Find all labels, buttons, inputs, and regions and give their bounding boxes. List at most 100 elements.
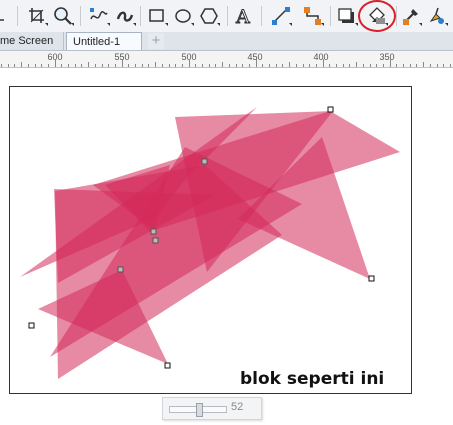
ruler-tick xyxy=(235,64,237,67)
ellipse-icon[interactable] xyxy=(172,5,194,27)
ruler-tick xyxy=(101,64,103,67)
slider-value[interactable]: 52 xyxy=(231,401,243,413)
ruler-tick xyxy=(155,62,157,67)
drop-shadow-icon[interactable] xyxy=(336,5,358,27)
rectangle-icon[interactable] xyxy=(146,5,168,27)
caption-text: blok seperti ini xyxy=(240,369,385,389)
ruler-tick xyxy=(47,64,49,67)
parallel-dimension-icon[interactable] xyxy=(270,5,292,27)
node-handle[interactable] xyxy=(152,237,159,244)
artistic-media-icon[interactable] xyxy=(114,5,136,27)
ruler-label: 400 xyxy=(313,52,329,62)
ruler-tick xyxy=(423,62,425,67)
ruler-tick xyxy=(409,64,411,67)
text-icon[interactable]: A xyxy=(233,5,255,28)
svg-text:A: A xyxy=(235,6,250,27)
transparency-slider-widget: 52 xyxy=(162,397,262,420)
ruler-tick xyxy=(262,64,264,67)
ruler-tick xyxy=(108,64,110,67)
ruler-tick xyxy=(416,64,418,67)
ruler-tick xyxy=(21,62,23,67)
ruler-tick xyxy=(74,64,76,67)
ruler-tick xyxy=(215,64,217,67)
tab-untitled-1[interactable]: Untitled-1 xyxy=(66,32,142,50)
interactive-fill-icon[interactable] xyxy=(426,5,448,27)
crop-icon[interactable] xyxy=(26,5,48,27)
node-handle[interactable] xyxy=(201,158,208,165)
ruler-tick xyxy=(309,64,311,67)
selection-handle[interactable] xyxy=(368,275,375,282)
slider-thumb[interactable] xyxy=(196,403,203,417)
add-tab-button[interactable]: + xyxy=(148,33,164,49)
ruler-tick xyxy=(429,64,431,67)
toolbox-toolbar: A xyxy=(0,0,453,33)
ruler-tick xyxy=(27,64,29,67)
ruler-tick xyxy=(362,64,364,67)
ruler-tick xyxy=(7,64,9,67)
previous-tool-icon[interactable] xyxy=(0,5,12,27)
ruler-tick xyxy=(315,64,317,67)
polygon-icon[interactable] xyxy=(198,5,220,27)
ruler-tick xyxy=(329,64,331,67)
connector-icon[interactable] xyxy=(302,5,324,27)
ruler-tick xyxy=(148,64,150,67)
toolbar-separator xyxy=(227,6,228,26)
ruler-tick xyxy=(1,64,2,67)
transparency-icon[interactable] xyxy=(366,5,388,27)
toolbar-separator xyxy=(261,6,262,26)
ruler-tick xyxy=(175,64,177,67)
ruler-tick xyxy=(449,64,451,67)
ruler-tick xyxy=(322,59,324,67)
document-page[interactable]: blok seperti ini xyxy=(9,86,412,394)
ruler-tick xyxy=(349,64,351,67)
zoom-icon[interactable] xyxy=(52,5,74,27)
ruler-tick xyxy=(188,59,190,67)
ruler-tick xyxy=(208,64,210,67)
ruler-tick xyxy=(81,64,83,67)
ruler-tick xyxy=(228,64,230,67)
tab-welcome-screen[interactable]: me Screen xyxy=(0,32,64,50)
ruler-tick xyxy=(248,64,250,67)
toolbar-separator xyxy=(396,6,397,26)
freehand-icon[interactable] xyxy=(88,5,110,27)
ruler-tick xyxy=(436,64,438,67)
ruler-tick xyxy=(336,64,337,67)
ruler-tick xyxy=(255,59,257,67)
ruler-tick xyxy=(181,64,183,67)
toolbar-separator xyxy=(140,6,141,26)
ruler-tick xyxy=(135,64,136,67)
selection-handle[interactable] xyxy=(327,106,334,113)
ruler-tick xyxy=(161,64,163,67)
document-tabbar: me Screen Untitled-1 + xyxy=(0,32,453,51)
ruler-tick xyxy=(389,59,391,67)
selection-handle[interactable] xyxy=(28,322,35,329)
drawing-canvas[interactable]: blok seperti ini 52 xyxy=(0,68,453,425)
ruler-tick xyxy=(342,64,344,67)
node-handle[interactable] xyxy=(117,266,124,273)
ruler-tick xyxy=(14,64,16,67)
ruler-tick xyxy=(141,64,143,67)
ruler-tick xyxy=(289,62,291,67)
slider-track[interactable] xyxy=(169,403,227,417)
ruler-tick xyxy=(396,64,398,67)
ruler-tick xyxy=(302,64,304,67)
ruler-tick xyxy=(61,64,63,67)
ruler-tick xyxy=(369,64,371,67)
ruler-tick xyxy=(275,64,277,67)
ruler-tick xyxy=(34,64,36,67)
ruler-tick xyxy=(443,64,445,67)
toolbar-separator xyxy=(17,6,18,26)
ruler-tick xyxy=(128,64,130,67)
ruler-tick xyxy=(121,59,123,67)
ruler-tick xyxy=(68,64,69,67)
eyedropper-icon[interactable] xyxy=(400,5,422,27)
artwork[interactable] xyxy=(10,87,411,393)
selection-handle[interactable] xyxy=(164,362,171,369)
ruler-tick xyxy=(382,64,384,67)
ruler-label: 350 xyxy=(379,52,395,62)
ruler-tick xyxy=(222,62,224,67)
horizontal-ruler[interactable]: 600 550 500 450 400 350 xyxy=(0,51,453,68)
ruler-tick xyxy=(403,64,404,67)
ruler-tick xyxy=(242,64,244,67)
node-handle[interactable] xyxy=(150,228,157,235)
